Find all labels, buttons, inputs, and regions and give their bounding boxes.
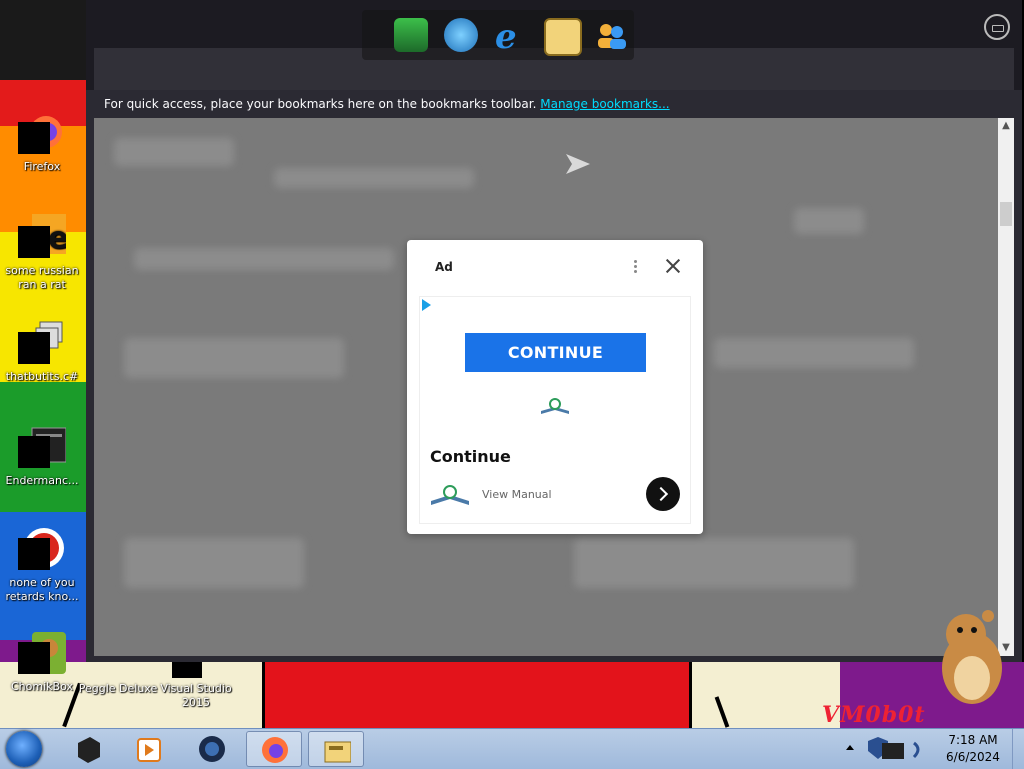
desktop-icon-label: some russian ran a rat [5,264,79,291]
hamster-box-icon [18,630,66,678]
scroll-up-icon[interactable]: ▲ [998,118,1014,134]
system-clock[interactable]: 7:18 AM 6/6/2024 [940,732,1006,766]
browser-tab[interactable] [142,14,366,42]
desktop-icon-visual-studio[interactable]: Visual Studio 2015 [154,682,238,710]
bookmarks-toolbar: For quick access, place your bookmarks h… [94,90,1014,118]
open-book-icon [541,398,569,414]
desktop-icon-rat[interactable]: e some russian ran a rat [0,214,84,292]
clock-time: 7:18 AM [948,733,998,747]
system-tray [864,735,936,763]
desktop-icon-label: ChomikBox [11,680,73,693]
desktop-icon-label: none of you retards kno... [5,576,79,603]
taskbar-item[interactable] [120,731,176,767]
ad-subtitle: View Manual [482,488,552,501]
taskbar: 7:18 AM 6/6/2024 [0,728,1024,769]
ad-creative[interactable]: CONTINUE Continue View Manual [419,296,691,524]
volume-icon[interactable] [912,741,920,759]
quick-launch-bar: e [362,10,634,60]
ad-title: Continue [430,447,511,466]
clock-date: 6/6/2024 [946,750,1000,764]
wallpaper-line [714,696,730,728]
cube-app-icon[interactable] [394,18,428,52]
blurred-content [794,208,864,234]
network-icon[interactable] [882,743,904,759]
bookmarks-hint-text: For quick access, place your bookmarks h… [104,97,537,111]
desktop-icon-label: Peggle Deluxe [78,682,158,695]
show-hidden-icons-arrow[interactable] [846,745,854,750]
terminal-window-icon [18,424,67,472]
manage-bookmarks-link[interactable]: Manage bookmarks... [540,97,669,111]
adchoices-icon[interactable] [422,299,431,311]
desktop-icon-thatbutits[interactable]: thatbutits.c# [0,320,84,384]
ad-modal: Ad CONTINUE Continue View Manual [407,240,703,534]
wallpaper-red-panel [262,662,692,728]
globe-download-icon[interactable] [444,18,478,52]
wallpaper-stripe-top [0,0,86,80]
users-icon[interactable] [594,18,628,52]
taskbar-item[interactable] [60,731,116,767]
blurred-content [124,538,304,588]
chevron-right-icon[interactable] [646,477,680,511]
hamster-mascot-icon [942,610,1002,704]
media-player-icon [137,738,161,762]
gem-app-icon [199,736,225,762]
folder-window-icon [324,741,351,763]
ad-label: Ad [435,260,453,274]
desktop-icon-none-of-you[interactable]: none of you retards kno... [0,526,84,604]
tray-icons [868,737,920,759]
scrollbar-thumb[interactable] [1000,202,1012,226]
start-button[interactable] [6,731,42,767]
taskbar-item-firefox[interactable] [246,731,302,767]
folder-window-icon[interactable] [544,18,582,56]
more-options-icon[interactable] [631,258,639,276]
top-right-circle-button[interactable] [984,14,1010,40]
desktop-icon-peggle[interactable]: Peggle Deluxe [76,682,160,696]
desktop-icon-firefox[interactable]: Firefox [0,110,84,174]
blurred-content [114,138,234,166]
stacked-windows-icon [18,320,66,368]
taskbar-item[interactable] [184,731,240,767]
desktop-icon-label: thatbutits.c# [5,370,79,383]
blurred-content [274,168,474,188]
cube-app-icon [78,737,100,763]
blurred-content [574,538,854,588]
red-disc-icon [18,526,66,574]
firefox-icon [18,110,66,158]
page-scrollbar[interactable]: ▲ ▼ [998,118,1014,656]
desktop-icon-chomikbox[interactable]: ChomikBox [0,630,84,694]
blurred-content [124,338,344,378]
desktop-icon-label: Firefox [23,160,61,173]
open-book-icon [431,485,469,505]
svg-text:e: e [495,18,517,52]
desktop-icon-label: Endermanc... [5,474,79,487]
show-desktop-button[interactable] [1012,729,1024,769]
desktop-icon-label: Visual Studio 2015 [160,682,232,709]
paper-plane-icon [566,154,590,174]
blurred-content [714,338,914,368]
wallpaper-block [172,662,202,678]
desktop-icon-endermanc[interactable]: Endermanc... [0,424,84,488]
wallpaper-watermark: VM0b0t [822,702,926,728]
continue-button[interactable]: CONTINUE [465,333,646,372]
document-e-icon: e [18,214,68,262]
firefox-icon [262,737,288,763]
close-icon[interactable] [663,256,683,276]
internet-explorer-icon[interactable]: e [492,17,526,57]
taskbar-item-folder[interactable] [308,731,364,767]
blurred-content [134,248,394,270]
svg-text:e: e [48,221,66,256]
